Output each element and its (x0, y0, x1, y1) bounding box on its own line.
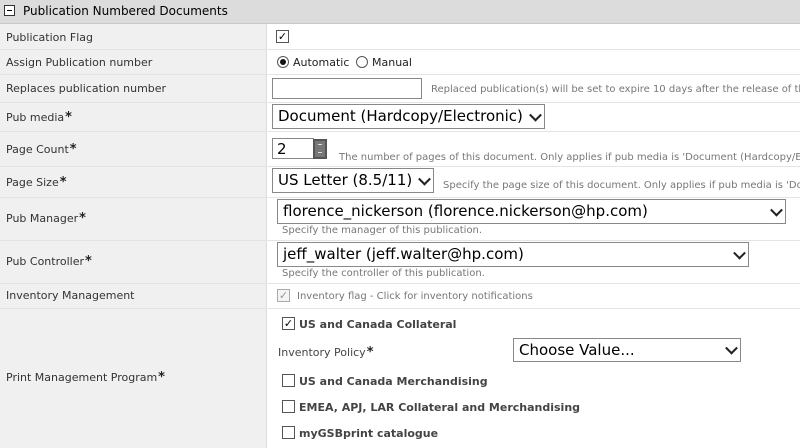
chevron-down-icon (725, 341, 738, 355)
collapse-icon[interactable] (4, 5, 15, 16)
inventory-hint: Inventory flag - Click for inventory not… (297, 291, 533, 302)
row-page-count: Page Count* 2 The number of pages of thi… (0, 132, 800, 167)
us-canada-collateral-checkbox[interactable]: ✓ (282, 317, 295, 330)
required-marker: * (59, 175, 67, 190)
mygsbprint-checkbox[interactable] (282, 426, 295, 439)
row-assign-number: Assign Publication number Automatic Manu… (0, 50, 800, 75)
required-marker: * (69, 142, 77, 157)
pub-manager-value: florence_nickerson (florence.nickerson@h… (283, 202, 648, 220)
row-replaces: Replaces publication number Replaced pub… (0, 75, 800, 103)
us-canada-merch-label[interactable]: US and Canada Merchandising (299, 375, 488, 388)
page-size-value: US Letter (8.5/11) (278, 171, 413, 189)
chevron-down-icon (733, 246, 746, 260)
emea-apj-lar-label[interactable]: EMEA, APJ, LAR Collateral and Merchandis… (299, 401, 580, 414)
pub-manager-label: Pub Manager (6, 212, 79, 225)
pub-controller-hint: Specify the controller of this publicati… (282, 268, 485, 279)
page-size-hint: Specify the page size of this document. … (443, 180, 800, 191)
row-publication-flag: Publication Flag ✓ (0, 24, 800, 50)
required-marker: * (65, 110, 72, 125)
page-size-select[interactable]: US Letter (8.5/11) (272, 168, 434, 193)
required-marker: * (366, 345, 374, 360)
inventory-checkbox[interactable]: ✓ (277, 289, 290, 302)
inventory-label: Inventory Management (6, 289, 135, 302)
section-header[interactable]: Publication Numbered Documents (0, 0, 800, 24)
publication-flag-label: Publication Flag (6, 31, 93, 44)
replaces-hint: Replaced publication(s) will be set to e… (431, 84, 800, 95)
assign-number-label: Assign Publication number (6, 56, 153, 69)
emea-apj-lar-checkbox[interactable] (282, 400, 295, 413)
publication-form: Publication Numbered Documents Publicati… (0, 0, 800, 448)
radio-manual-label[interactable]: Manual (372, 56, 412, 69)
us-canada-merch-checkbox[interactable] (282, 374, 295, 387)
page-count-input[interactable]: 2 (272, 138, 314, 159)
pub-controller-value: jeff_walter (jeff.walter@hp.com) (283, 245, 524, 263)
page-size-label: Page Size (6, 176, 59, 189)
pub-media-label: Pub media (6, 111, 65, 124)
radio-automatic[interactable] (277, 56, 289, 68)
page-count-label: Page Count (6, 143, 69, 156)
replaces-input[interactable] (272, 78, 422, 99)
us-canada-collateral-label[interactable]: US and Canada Collateral (299, 318, 456, 331)
pub-controller-label: Pub Controller (6, 255, 84, 268)
inventory-policy-select[interactable]: Choose Value... (513, 338, 741, 362)
required-marker: * (85, 254, 92, 269)
radio-manual[interactable] (356, 56, 368, 68)
required-marker: * (158, 370, 165, 385)
section-title: Publication Numbered Documents (23, 4, 228, 18)
chevron-down-icon (529, 108, 542, 122)
row-pub-media: Pub media* Document (Hardcopy/Electronic… (0, 103, 800, 132)
pub-manager-select[interactable]: florence_nickerson (florence.nickerson@h… (277, 199, 786, 224)
inventory-policy-label: Inventory Policy (278, 346, 366, 359)
pub-manager-hint: Specify the manager of this publication. (282, 225, 483, 236)
chevron-down-icon (418, 172, 431, 186)
radio-automatic-label[interactable]: Automatic (293, 56, 349, 69)
row-page-size: Page Size* US Letter (8.5/11) Specify th… (0, 167, 800, 198)
page-count-stepper[interactable] (313, 139, 327, 159)
stepper-down-icon[interactable] (315, 149, 325, 157)
print-program-label: Print Management Program (6, 371, 158, 384)
row-inventory: Inventory Management ✓ Inventory flag - … (0, 284, 800, 309)
pub-media-value: Document (Hardcopy/Electronic) (278, 107, 523, 125)
pub-controller-select[interactable]: jeff_walter (jeff.walter@hp.com) (277, 242, 749, 267)
page-count-hint: The number of pages of this document. On… (339, 152, 800, 163)
publication-flag-checkbox[interactable]: ✓ (276, 30, 289, 43)
mygsbprint-label[interactable]: myGSBprint catalogue (299, 427, 438, 440)
stepper-up-icon[interactable] (315, 141, 325, 149)
row-pub-manager: Pub Manager* florence_nickerson (florenc… (0, 198, 800, 241)
row-print-program: Print Management Program* ✓ US and Canad… (0, 309, 800, 448)
replaces-label: Replaces publication number (6, 82, 167, 95)
chevron-down-icon (770, 203, 783, 217)
row-pub-controller: Pub Controller* jeff_walter (jeff.walter… (0, 241, 800, 284)
pub-media-select[interactable]: Document (Hardcopy/Electronic) (272, 104, 545, 129)
required-marker: * (79, 211, 86, 226)
inventory-policy-value: Choose Value... (519, 341, 635, 359)
